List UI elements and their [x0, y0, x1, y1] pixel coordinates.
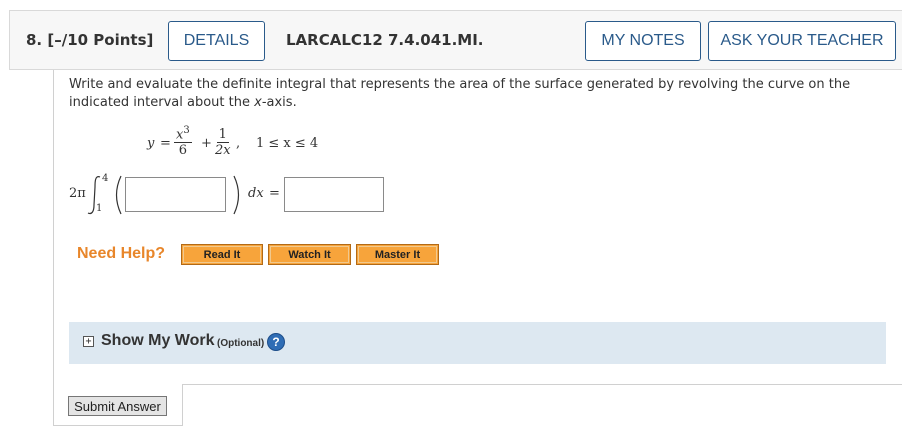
integral-coefficient: 2π — [69, 186, 86, 201]
eq-y: y — [147, 136, 155, 151]
watch-it-button[interactable]: Watch It — [268, 244, 351, 265]
fraction-x-cubed-over-6: x3 6 — [174, 125, 192, 159]
right-parenthesis-icon — [233, 175, 240, 215]
submit-tab-border — [182, 384, 183, 426]
prompt-variable: x — [254, 95, 262, 110]
submit-answer-button[interactable]: Submit Answer — [68, 396, 167, 416]
integral-dx: dx — [248, 186, 264, 201]
master-it-button[interactable]: Master It — [356, 244, 439, 265]
expand-icon[interactable]: + — [83, 336, 94, 347]
show-my-work-panel[interactable]: + Show My Work (Optional) ? — [69, 322, 886, 364]
show-my-work-optional: (Optional) — [217, 338, 265, 349]
question-prompt: Write and evaluate the definite integral… — [69, 77, 851, 110]
fraction-1-over-2x: 1 2x — [215, 127, 231, 159]
read-it-button[interactable]: Read It — [181, 244, 263, 265]
integral-upper-limit: 4 — [102, 173, 109, 184]
integral-lower-limit: 1 — [96, 203, 103, 214]
left-parenthesis-icon — [115, 175, 122, 215]
eq-interval: 1 ≤ x ≤ 4 — [256, 136, 319, 151]
question-number-points: 8. [–/10 Points] — [26, 31, 154, 49]
my-notes-button[interactable]: MY NOTES — [585, 21, 701, 61]
eq-equals: = — [160, 136, 171, 151]
content-border-bottom — [53, 425, 183, 426]
result-answer-input[interactable] — [284, 177, 384, 212]
question-reference: LARCALC12 7.4.041.MI. — [286, 31, 484, 49]
content-border-divider — [182, 384, 902, 385]
help-icon[interactable]: ? — [267, 333, 285, 351]
integral-equals: = — [269, 186, 280, 201]
content-border-left — [53, 70, 54, 426]
details-button[interactable]: DETAILS — [168, 21, 265, 61]
show-my-work-title[interactable]: Show My Work — [101, 332, 215, 350]
eq-comma: , — [236, 136, 241, 151]
need-help-label: Need Help? — [77, 245, 166, 262]
integrand-answer-input[interactable] — [125, 177, 226, 212]
question-header: 8. [–/10 Points] DETAILS LARCALC12 7.4.0… — [9, 10, 902, 70]
ask-your-teacher-button[interactable]: ASK YOUR TEACHER — [708, 21, 896, 61]
eq-plus: + — [201, 136, 212, 151]
